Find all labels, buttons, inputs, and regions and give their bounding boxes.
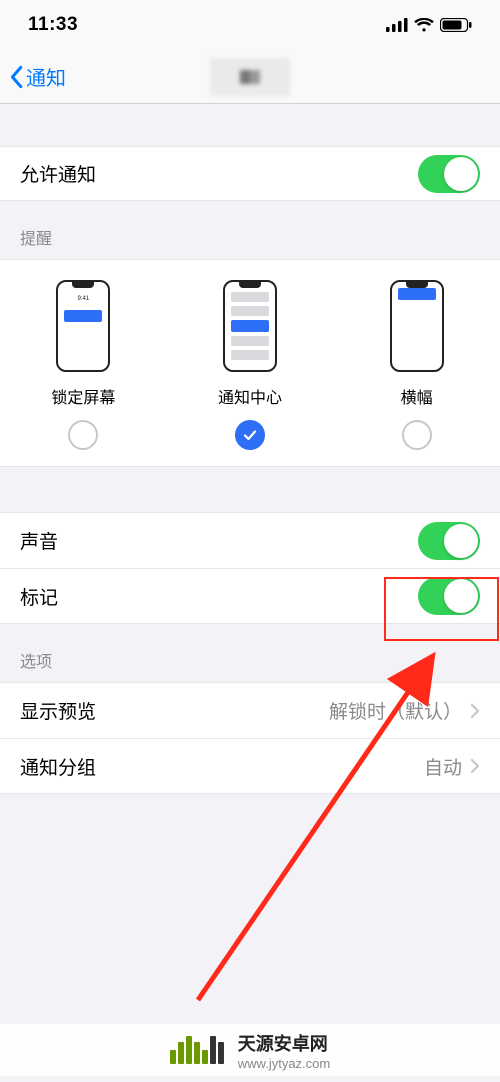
notification-grouping-value: 自动 — [424, 753, 462, 780]
chevron-right-icon — [470, 703, 480, 719]
alert-label: 锁定屏幕 — [51, 384, 115, 408]
show-previews-value: 解锁时（默认） — [329, 697, 462, 724]
status-icons — [386, 18, 472, 32]
alert-label: 通知中心 — [218, 384, 282, 408]
sounds-row: 声音 — [0, 513, 500, 568]
allow-notifications-row: 允许通知 — [0, 146, 500, 201]
alert-option-lockscreen[interactable]: 9:41 锁定屏幕 — [1, 280, 166, 450]
watermark-brand: 天源安卓网 — [238, 1030, 330, 1056]
options-group: 显示预览 解锁时（默认） 通知分组 自动 — [0, 682, 500, 794]
alerts-header: 提醒 — [0, 201, 500, 259]
back-label: 通知 — [26, 62, 66, 91]
banner-preview-icon — [390, 280, 444, 372]
wifi-icon — [414, 18, 434, 32]
options-header: 选项 — [0, 624, 500, 682]
battery-icon — [440, 18, 472, 32]
sound-badge-group: 声音 标记 — [0, 512, 500, 624]
show-previews-label: 显示预览 — [20, 697, 96, 724]
title-obscured — [210, 58, 290, 96]
notification-grouping-row[interactable]: 通知分组 自动 — [0, 738, 500, 793]
chevron-left-icon — [8, 65, 24, 89]
status-bar: 11:33 — [0, 0, 500, 50]
alert-option-banner[interactable]: 横幅 — [334, 280, 499, 450]
alert-label: 横幅 — [401, 384, 433, 408]
alert-option-center[interactable]: 通知中心 — [167, 280, 332, 450]
nav-bar: 通知 — [0, 50, 500, 104]
badges-row: 标记 — [0, 568, 500, 623]
alert-radio-banner[interactable] — [402, 420, 432, 450]
alert-radio-center[interactable] — [235, 420, 265, 450]
show-previews-row[interactable]: 显示预览 解锁时（默认） — [0, 683, 500, 738]
watermark-logo-icon — [170, 1036, 224, 1064]
alert-radio-lockscreen[interactable] — [68, 420, 98, 450]
back-button[interactable]: 通知 — [0, 62, 66, 91]
alerts-box: 9:41 锁定屏幕 通知中心 — [0, 259, 500, 467]
lockscreen-preview-icon: 9:41 — [56, 280, 110, 372]
allow-notifications-toggle[interactable] — [418, 155, 480, 193]
sounds-label: 声音 — [20, 527, 58, 554]
allow-notifications-label: 允许通知 — [20, 160, 96, 187]
watermark-url: www.jytyaz.com — [238, 1056, 330, 1071]
status-time: 11:33 — [28, 14, 78, 36]
notification-center-preview-icon — [223, 280, 277, 372]
notification-grouping-label: 通知分组 — [20, 753, 96, 780]
cellular-icon — [386, 18, 408, 32]
watermark: 天源安卓网 www.jytyaz.com — [0, 1024, 500, 1076]
sounds-toggle[interactable] — [418, 522, 480, 560]
badges-toggle[interactable] — [418, 577, 480, 615]
screen: 11:33 通知 允许通知 提醒 9:41 锁定屏幕 — [0, 0, 500, 1082]
badges-label: 标记 — [20, 583, 58, 610]
chevron-right-icon — [470, 758, 480, 774]
